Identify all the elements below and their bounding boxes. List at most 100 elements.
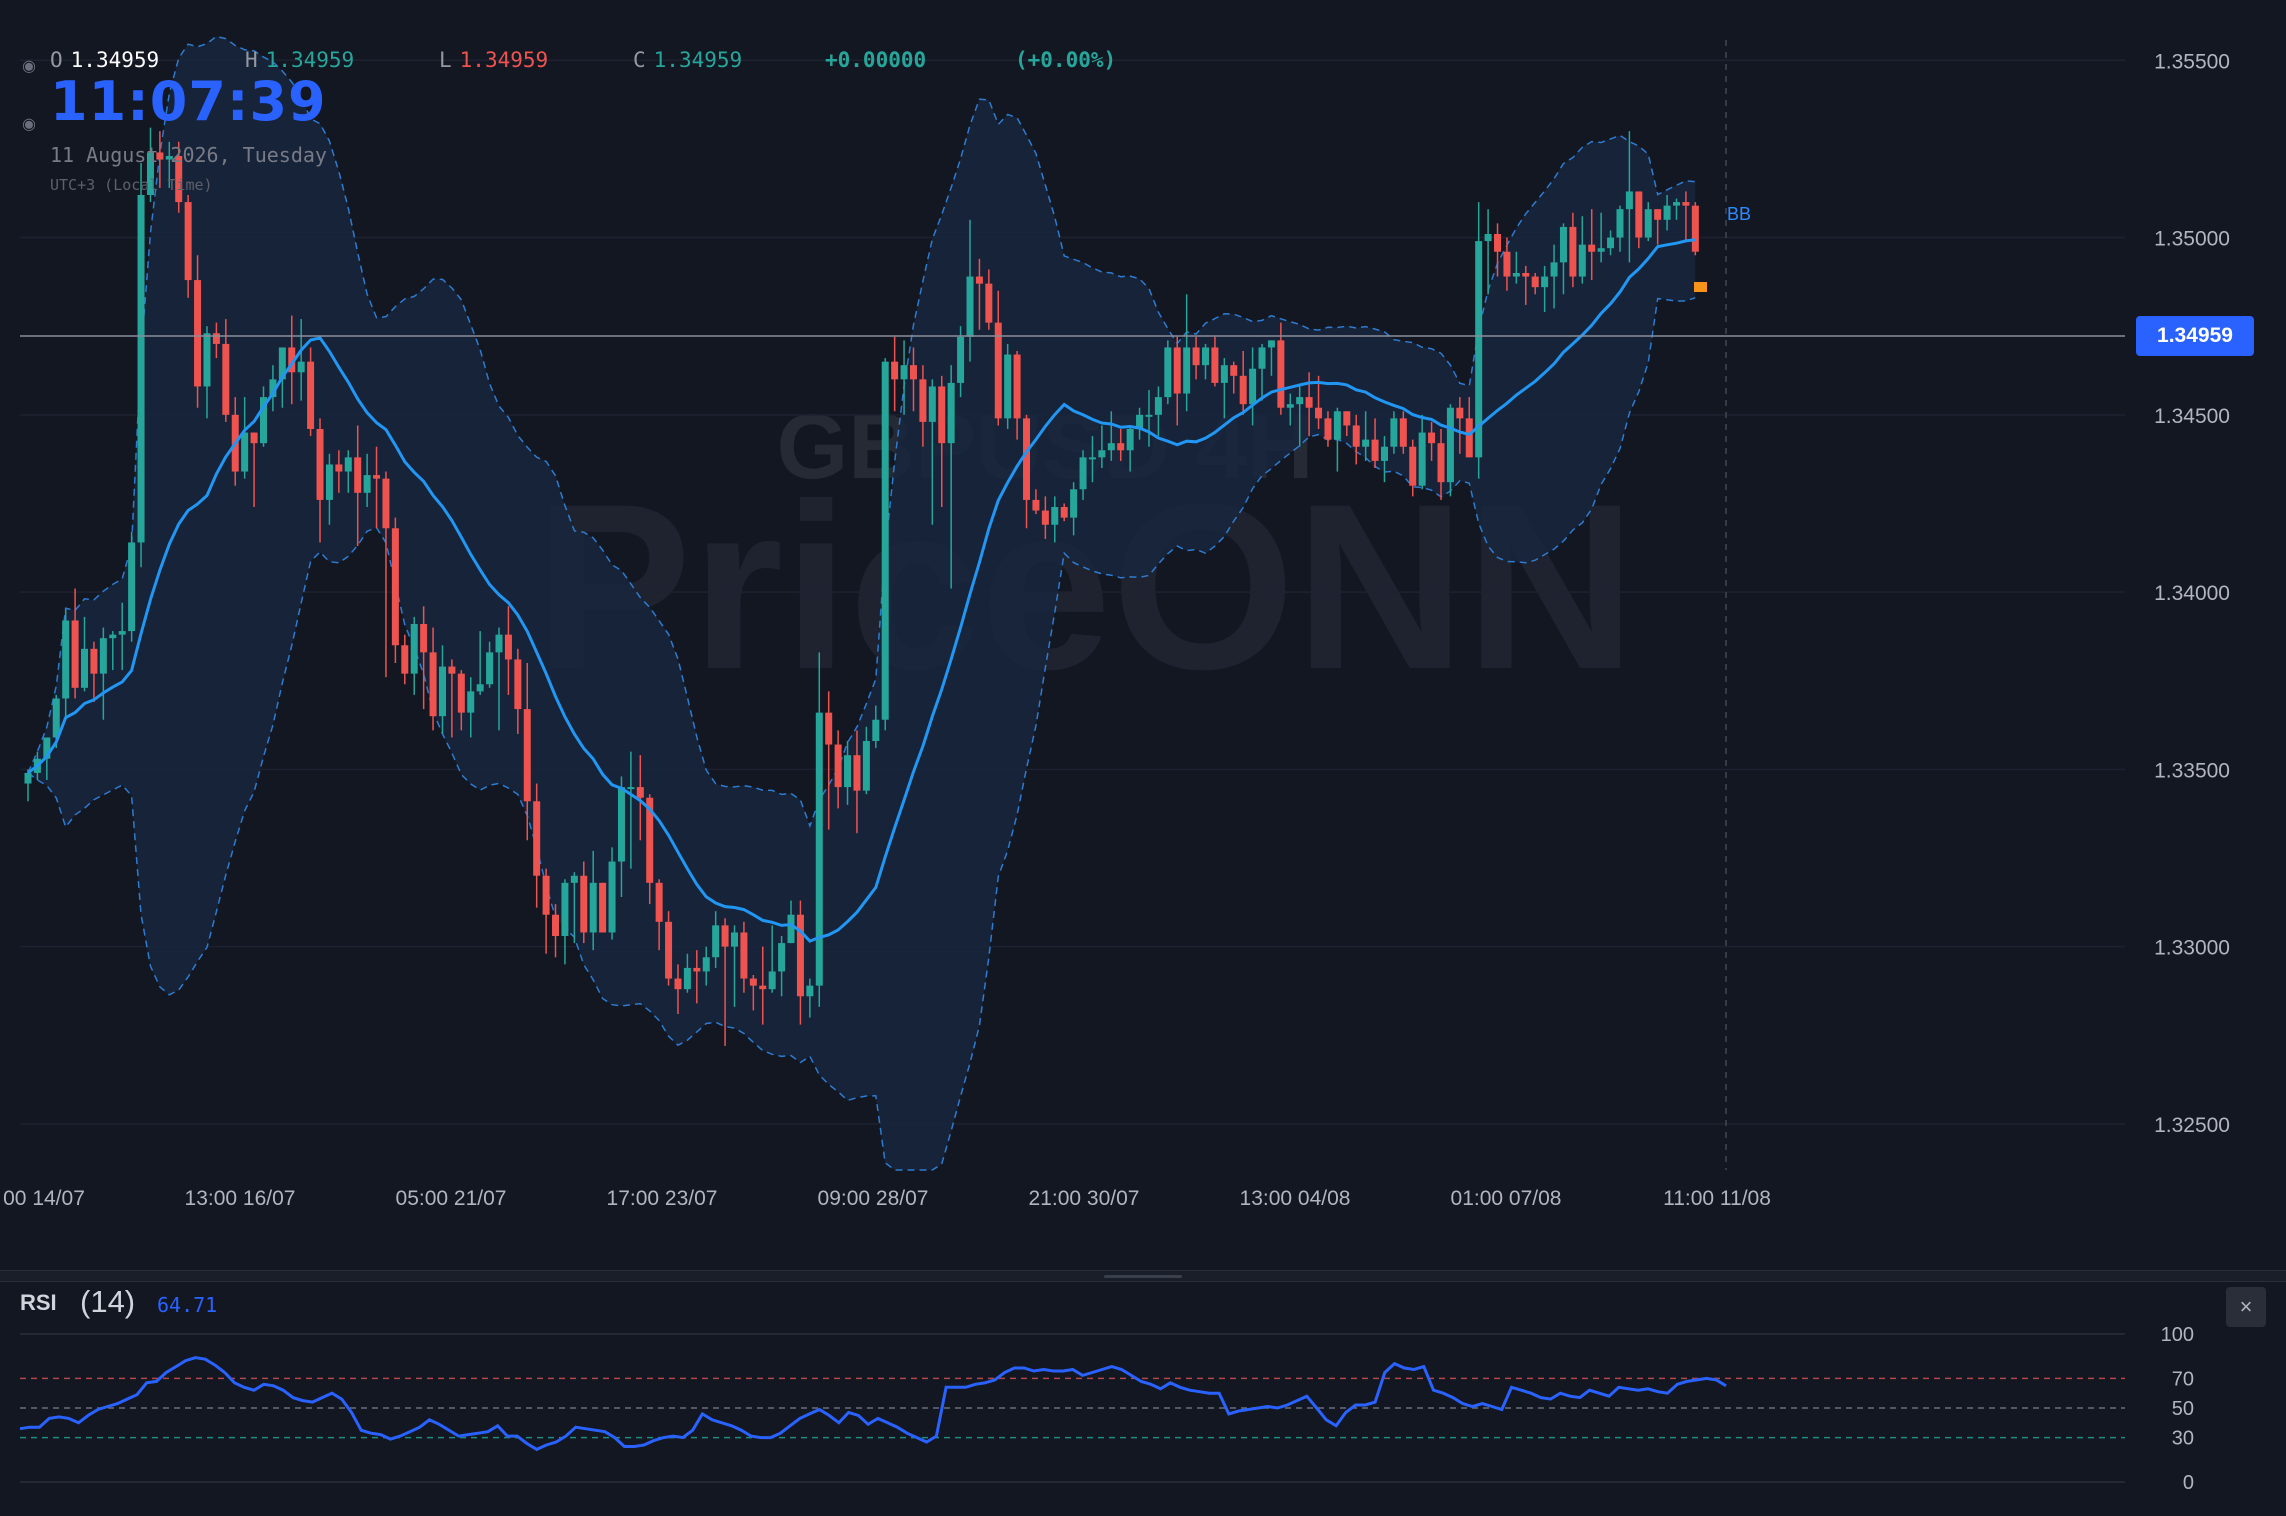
rsi-chart[interactable]: 100 70 50 30 0 bbox=[0, 1282, 2286, 1516]
candle-body bbox=[1032, 499, 1040, 511]
candle-body bbox=[1578, 244, 1586, 277]
candle-body bbox=[354, 457, 362, 493]
candle bbox=[881, 358, 889, 731]
close-value: 1.34959 bbox=[653, 48, 743, 72]
candle-body bbox=[1635, 191, 1643, 238]
candle-body bbox=[947, 382, 955, 444]
candle-body bbox=[344, 457, 352, 472]
rsi-title: RSI bbox=[20, 1290, 57, 1315]
candle-body bbox=[184, 202, 192, 281]
close-icon[interactable]: × bbox=[2226, 1287, 2266, 1327]
candle-body bbox=[815, 712, 823, 986]
pane-splitter[interactable] bbox=[0, 1270, 2286, 1282]
candle-body bbox=[137, 195, 145, 543]
candle-body bbox=[1315, 407, 1323, 419]
candle-body bbox=[533, 801, 541, 876]
candle-body bbox=[495, 634, 503, 653]
eye-icon[interactable]: ◉ bbox=[22, 117, 44, 133]
candle bbox=[1475, 202, 1483, 479]
candle-body bbox=[1004, 354, 1012, 419]
candle-body bbox=[1296, 397, 1304, 405]
candle-body bbox=[1484, 234, 1492, 242]
eye-icon[interactable]: ◉ bbox=[22, 59, 44, 75]
candle-body bbox=[1550, 262, 1558, 277]
time-tick-label: 05:00 21/07 bbox=[396, 1187, 507, 1210]
candle-body bbox=[1465, 418, 1473, 458]
price-tick-label: 1.35500 bbox=[2154, 50, 2230, 73]
candle-body bbox=[975, 276, 983, 284]
candle-body bbox=[862, 741, 870, 791]
candle-body bbox=[1286, 404, 1294, 408]
candle-body bbox=[1625, 191, 1633, 210]
candle-body bbox=[1154, 397, 1162, 415]
clock-date: 11 August 2026, Tuesday bbox=[50, 143, 327, 167]
candle-body bbox=[1494, 234, 1502, 252]
candle-body bbox=[1023, 418, 1031, 500]
candle-body bbox=[655, 882, 663, 922]
candle-body bbox=[1588, 244, 1596, 252]
candle-body bbox=[128, 542, 136, 632]
candle-body bbox=[683, 967, 691, 990]
candle-body bbox=[702, 957, 710, 972]
candle-body bbox=[881, 361, 889, 720]
candle-body bbox=[580, 875, 588, 933]
candle-body bbox=[118, 631, 126, 635]
candle-body bbox=[1041, 510, 1049, 525]
candle-body bbox=[1682, 202, 1690, 206]
candle bbox=[542, 868, 550, 954]
rsi-line bbox=[19, 1356, 1727, 1452]
candle-body bbox=[486, 652, 494, 685]
candle bbox=[561, 879, 569, 965]
last-bar-marker bbox=[1694, 282, 1707, 292]
candle-body bbox=[1380, 446, 1388, 461]
candle-body bbox=[325, 464, 333, 500]
splitter-grip[interactable] bbox=[1104, 1275, 1182, 1278]
candle-body bbox=[589, 882, 597, 933]
candle-body bbox=[1654, 209, 1662, 220]
candle-body bbox=[844, 755, 852, 788]
candle-body bbox=[891, 361, 899, 380]
candle-body bbox=[1512, 273, 1520, 277]
candle-body bbox=[796, 914, 804, 997]
candle bbox=[410, 616, 418, 695]
candle-body bbox=[1070, 489, 1078, 518]
candle bbox=[128, 531, 136, 642]
price-chart[interactable]: GBPUSD 4H PriceONN BB 1.355001.350001.34… bbox=[0, 0, 2286, 1270]
candle-body bbox=[542, 875, 550, 915]
candle-body bbox=[523, 709, 531, 802]
candle-body bbox=[617, 787, 625, 862]
ohlc-legend: O 1.34959 H 1.34959 L 1.34959 C 1.34959 +0.0… bbox=[50, 48, 1116, 72]
candle-body bbox=[1173, 347, 1181, 394]
candle-body bbox=[938, 386, 946, 444]
candle-body bbox=[1409, 446, 1417, 486]
candle-body bbox=[759, 985, 767, 990]
candle-body bbox=[928, 386, 936, 422]
price-tick-label: 1.34500 bbox=[2154, 405, 2230, 428]
candle-body bbox=[457, 673, 465, 713]
candle-body bbox=[749, 978, 757, 986]
time-tick-label: 00 14/07 bbox=[3, 1187, 85, 1210]
candle-body bbox=[1183, 347, 1191, 394]
rsi-value: 64.71 bbox=[157, 1293, 218, 1317]
candle-body bbox=[90, 648, 98, 674]
low-label: L bbox=[439, 48, 452, 72]
candle-body bbox=[1098, 450, 1106, 458]
price-tick-label: 1.34000 bbox=[2154, 582, 2230, 605]
candle-body bbox=[721, 925, 729, 947]
close-label: C bbox=[633, 48, 646, 72]
candle-body bbox=[1663, 205, 1671, 220]
candle-body bbox=[1145, 414, 1153, 417]
candle-body bbox=[429, 652, 437, 717]
candle bbox=[1484, 209, 1492, 295]
candle-body bbox=[778, 943, 786, 972]
candle-body bbox=[504, 634, 512, 660]
candle-body bbox=[1202, 347, 1209, 366]
candle-body bbox=[81, 648, 89, 688]
candle bbox=[599, 882, 607, 933]
candle-body bbox=[768, 971, 776, 990]
candle-body bbox=[1541, 276, 1549, 288]
candle-body bbox=[740, 932, 748, 979]
candle-body bbox=[1192, 347, 1200, 366]
candle-body bbox=[1673, 202, 1680, 206]
candle-body bbox=[1249, 368, 1257, 405]
